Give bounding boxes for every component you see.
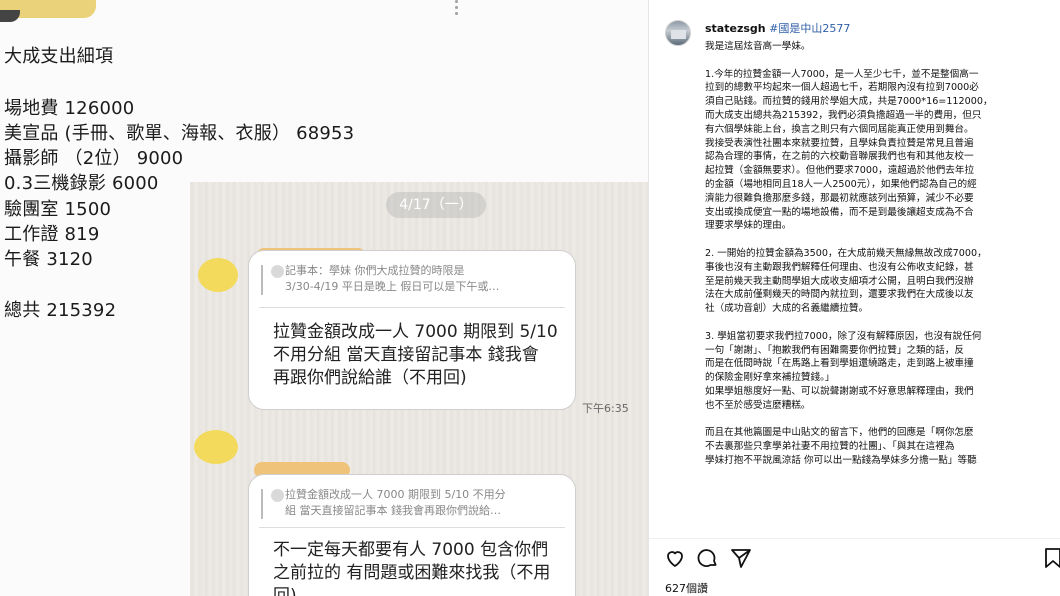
caption-line: 我接受表演性社團本來就要拉贊，且學妹負責拉贊是常見且普遍 xyxy=(705,137,974,149)
expense-item: 攝影師 （2位） 9000 xyxy=(4,148,184,169)
caption-line: 濟能力很難負擔那麼多錢，那最初就應該列出預算，減少不必要 xyxy=(705,192,974,204)
post-caption: 我是這屆炫音高一學妹。 1.今年的拉贊金額一人7000，是一人至少七千，並不是整個… xyxy=(705,40,1055,536)
actions-divider xyxy=(649,538,1060,539)
caption-line: 須自己貼錢。而拉贊的錢用於學姐大成，共是7000*16=112000， xyxy=(705,96,993,108)
caption-line: 如果學姐態度好一點、可以說聲謝謝或不好意思解釋理由，我們 xyxy=(705,385,974,397)
message-text: 不一定每天都要有人 7000 包含你們 之前拉的 有問題或困難來找我（不用 回) xyxy=(273,540,551,596)
expense-item: 午餐 3120 xyxy=(4,249,93,270)
caption-line: 2. 一開始的拉贊金額為3500，在大成前幾天無緣無故改成7000， xyxy=(705,247,987,259)
caption-line: 一句「謝謝」、「抱歉我們有困難需要你們拉贊」之類的話，反 xyxy=(705,344,965,356)
more-options-icon[interactable] xyxy=(455,0,459,18)
message-time: 下午6:35 xyxy=(582,402,629,415)
caption-blank-line xyxy=(705,233,1055,247)
avatar-redaction xyxy=(198,258,238,292)
caption-line: 起拉贊（金額無要求）。但他們要求7000，遠超過於他們去年拉 xyxy=(705,165,975,177)
caption-line: 3. 學姐當初要求我們拉7000，除了沒有解釋原因，也沒有說任何 xyxy=(705,330,982,342)
caption-line: 學妹打抱不平說風涼話 你可以出一點錢為學妹多分擔一點」等聽 xyxy=(705,454,977,466)
date-separator: 4/17（一） xyxy=(386,192,486,218)
expense-item: 0.3三機錄影 6000 xyxy=(4,173,159,194)
caption-line: 1.今年的拉贊金額一人7000，是一人至少七千，並不是整個高一 xyxy=(705,68,979,80)
caption-line: 拉到的總數平均起來一個人超過七千，若期限內沒有拉到7000必 xyxy=(705,82,979,94)
caption-line: 社（成功音創）大成的名義繼續拉贊。 xyxy=(705,303,869,315)
message-text: 拉贊金額改成一人 7000 期限到 5/10 不用分組 當天直接留記事本 錢我會… xyxy=(273,322,558,388)
caption-line: 認為合理的事情，在之前的六校動音聯展我們也有和其他友校一 xyxy=(705,151,974,163)
expense-item: 美宣品 (手冊、歌單、海報、衣服） 68953 xyxy=(4,123,355,144)
avatar[interactable] xyxy=(665,20,691,46)
caption-line: 不去裏那些只拿學弟社妻不用拉贊的社團」、「與其在這裡為 xyxy=(705,441,955,453)
caption-line: 而且在其他篇圖是中山貼文的留言下，他們的回應是「啊你怎麼 xyxy=(705,427,974,439)
expense-item: 場地費 126000 xyxy=(4,98,135,119)
caption-line: 我是這屆炫音高一學妹。 xyxy=(705,41,811,52)
post-header: statezsgh #國是中山2577 xyxy=(705,20,850,36)
quoted-message: 拉贊金額改成一人 7000 期限到 5/10 不用分 組 當天直接留記事本 錢我… xyxy=(285,488,506,517)
post-image: 大成支出細項 場地費 126000 美宣品 (手冊、歌單、海報、衣服） 6895… xyxy=(0,0,648,596)
expense-item: 驗團室 1500 xyxy=(4,199,112,220)
caption-line: 而大成支出總共為215392，我們必須負擔超過一半的費用，但只 xyxy=(705,109,982,121)
caption-blank-line xyxy=(705,54,1055,68)
caption-line: 法在大成前僅剩幾天的時間內就拉到，還要求我們在大成後以友 xyxy=(705,289,974,301)
avatar-redaction xyxy=(194,430,238,464)
post-panel: statezsgh #國是中山2577 我是這屆炫音高一學妹。 1.今年的拉贊金額… xyxy=(648,0,1060,596)
chat-bubble: 拉贊金額改成一人 7000 期限到 5/10 不用分 組 當天直接留記事本 錢我… xyxy=(248,474,576,596)
caption-line: 的金額（場地相同且18人一人2500元），如果他們認為自己的經 xyxy=(705,178,977,190)
caption-line: 支出或換成便宜一點的場地設備，而不是到最後讓超支成為不合 xyxy=(705,206,974,218)
caption-line: 理要求學妹的理由。 xyxy=(705,220,792,232)
caption-line: 事後也沒有主動跟我們解釋任何理由、也沒有公佈收支紀錄，甚 xyxy=(705,261,974,273)
username-link[interactable]: statezsgh xyxy=(705,22,766,35)
comment-icon[interactable] xyxy=(695,546,719,570)
heart-icon[interactable] xyxy=(663,546,687,570)
chat-bubble: 記事本：學妹 你們大成拉贊的時限是 3/30-4/19 平日是晚上 假日可以是下… xyxy=(248,250,576,410)
quoted-message: 記事本：學妹 你們大成拉贊的時限是 3/30-4/19 平日是晚上 假日可以是下… xyxy=(285,264,500,293)
chat-screenshot: 4/17（一） 記事本：學妹 你們大成拉贊的時限是 3/30-4/19 平日是晚… xyxy=(190,182,648,596)
caption-line: 也不至於感受這麼糟糕。 xyxy=(705,399,811,411)
like-count[interactable]: 627個讚 xyxy=(665,580,708,596)
share-icon[interactable] xyxy=(729,546,753,570)
caption-blank-line xyxy=(705,316,1055,330)
caption-line: 至是前幾天我主動問學姐大成收支細項才公開，且明白我們沒辦 xyxy=(705,275,974,287)
hashtag-link[interactable]: #國是中山2577 xyxy=(769,22,850,35)
expense-title: 大成支出細項 xyxy=(4,46,114,67)
expense-item: 工作證 819 xyxy=(4,224,100,245)
caption-line: 的保險金剛好拿來補拉贊錢。」 xyxy=(705,372,835,384)
bookmark-icon[interactable] xyxy=(1041,546,1060,570)
expense-total: 總共 215392 xyxy=(4,300,117,321)
caption-line: 而是在低間時說「在馬路上看到學姐還繞路走，走到路上被車撞 xyxy=(705,358,974,370)
caption-line: 有六個學妹能上台，換言之則只有六個同屆能真正使用到舞台。 xyxy=(705,123,974,135)
caption-blank-line xyxy=(705,413,1055,427)
redaction-scribble xyxy=(0,10,20,22)
